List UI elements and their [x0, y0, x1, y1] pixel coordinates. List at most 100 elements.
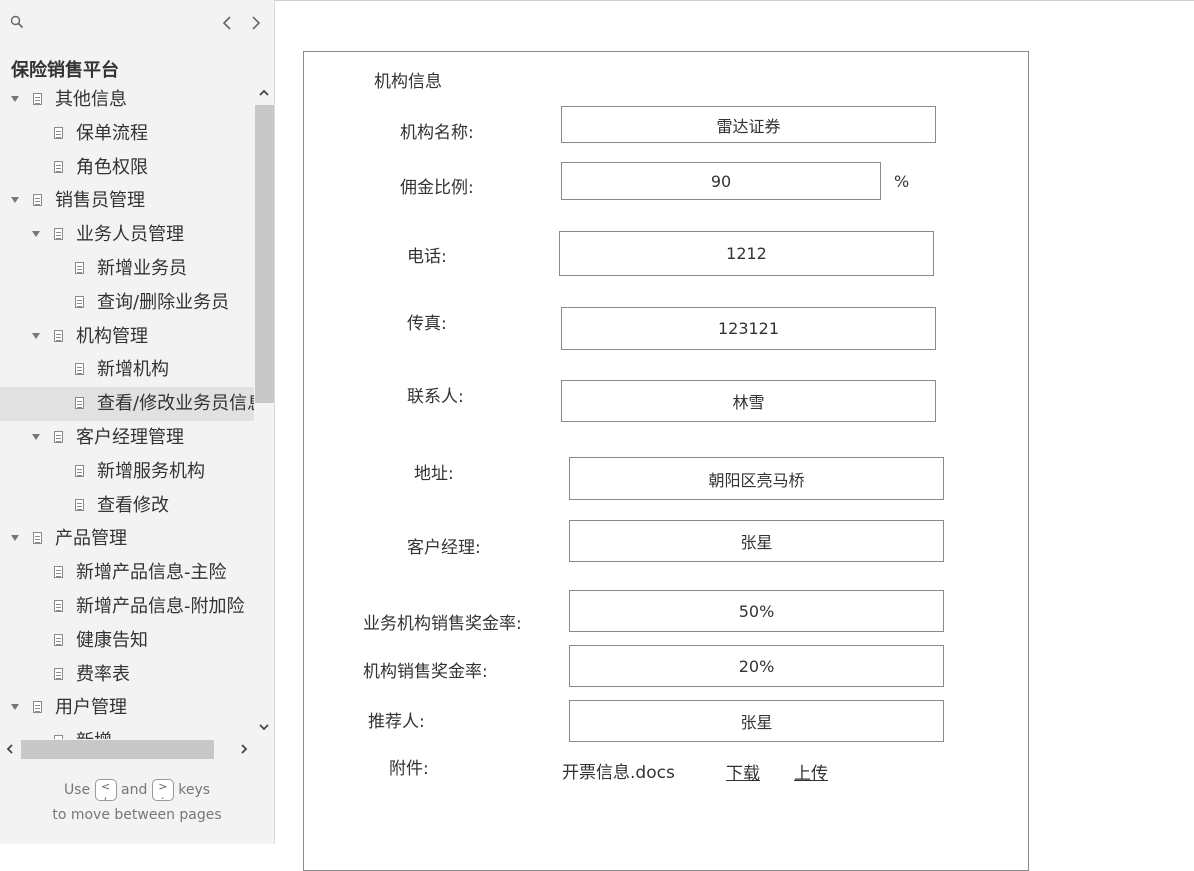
sidebar-item-label: 销售员管理 — [55, 190, 145, 212]
expand-arrow-icon[interactable] — [11, 535, 19, 542]
sidebar-item[interactable]: 客户经理管理 — [0, 421, 254, 455]
address-label: 地址: — [414, 464, 454, 484]
sidebar-item[interactable]: 其他信息 — [0, 83, 254, 117]
sidebar-item[interactable]: 新增产品信息-附加险 — [0, 590, 254, 624]
sidebar-item[interactable]: 新增业务员 — [0, 252, 254, 286]
keyboard-hint: Use <, and >. keys to move between pages — [0, 778, 274, 828]
sidebar-item[interactable]: 机构管理 — [0, 320, 254, 354]
sidebar-item-label: 用户管理 — [55, 697, 127, 719]
page-icon — [54, 667, 63, 680]
hint-line2: to move between pages — [52, 807, 222, 823]
vertical-scroll-thumb[interactable] — [255, 105, 274, 403]
hint-use: Use — [63, 782, 91, 798]
sidebar-item[interactable]: 业务人员管理 — [0, 218, 254, 252]
sidebar-item-label: 业务人员管理 — [76, 224, 184, 246]
contact-label: 联系人: — [407, 387, 464, 407]
sidebar-item-label: 产品管理 — [55, 528, 127, 550]
sidebar-item-label: 费率表 — [76, 663, 130, 685]
commission-unit: % — [894, 172, 910, 191]
page-icon — [75, 262, 84, 274]
sidebar-item-label: 机构管理 — [76, 325, 148, 347]
contact-field[interactable]: 林雪 — [561, 380, 936, 422]
expand-arrow-icon[interactable] — [11, 96, 19, 102]
sidebar-item[interactable]: 新增产品信息-主险 — [0, 556, 254, 590]
sidebar-item[interactable]: 新增服务机构 — [0, 455, 254, 489]
address-field[interactable]: 朝阳区亮马桥 — [569, 457, 944, 500]
org-bonus-rate-field[interactable]: 20% — [569, 645, 944, 687]
page-icon — [33, 194, 42, 207]
account-manager-label: 客户经理: — [407, 538, 481, 558]
expand-arrow-icon[interactable] — [32, 231, 40, 238]
page-icon — [54, 633, 63, 646]
phone-field[interactable]: 1212 — [559, 231, 934, 276]
sidebar-item-label: 其他信息 — [55, 89, 127, 110]
scroll-right-icon[interactable] — [238, 743, 250, 755]
chevron-left-icon[interactable] — [219, 14, 235, 32]
horizontal-scroll-thumb[interactable] — [21, 740, 214, 759]
key-prev-icon: <, — [94, 779, 117, 801]
vertical-scrollbar[interactable] — [254, 83, 274, 739]
key-next-icon: >. — [151, 779, 174, 801]
page-icon — [33, 532, 42, 545]
sidebar-item[interactable]: 产品管理 — [0, 522, 254, 556]
sidebar-toolbar — [0, 0, 274, 48]
sidebar-item[interactable]: 用户管理 — [0, 691, 254, 725]
page-icon — [75, 295, 84, 308]
sidebar-item-label: 新增业务员 — [97, 258, 187, 279]
sidebar-item-label: 新增服务机构 — [97, 460, 205, 482]
expand-arrow-icon[interactable] — [11, 704, 19, 711]
expand-arrow-icon[interactable] — [11, 197, 19, 204]
page-icon — [54, 566, 63, 579]
fax-label: 传真: — [407, 314, 447, 334]
sidebar-item[interactable]: 查看修改 — [0, 489, 254, 523]
page-icon — [54, 126, 63, 139]
sidebar-item[interactable]: 销售员管理 — [0, 184, 254, 218]
sidebar-item[interactable]: 健康告知 — [0, 624, 254, 658]
page-icon — [54, 228, 63, 241]
sidebar-item[interactable]: 保单流程 — [0, 117, 254, 151]
hint-keys: keys — [178, 782, 211, 798]
page-icon — [54, 431, 63, 443]
scroll-up-icon[interactable] — [258, 87, 270, 99]
chevron-right-icon[interactable] — [248, 14, 264, 32]
sidebar-item-label: 新增产品信息-主险 — [76, 562, 227, 584]
sidebar-item[interactable]: 新增机构 — [0, 353, 254, 387]
sidebar-item-label: 查询/删除业务员 — [97, 291, 230, 313]
page-icon — [54, 600, 63, 612]
horizontal-scrollbar[interactable] — [0, 739, 254, 759]
sidebar-item[interactable]: 查看/修改业务员信息 — [0, 387, 254, 422]
referrer-field[interactable]: 张星 — [569, 700, 944, 742]
scroll-down-icon[interactable] — [258, 721, 270, 733]
account-manager-field[interactable]: 张星 — [569, 520, 944, 562]
sidebar-item-label: 新增 — [76, 731, 112, 739]
sidebar-item[interactable]: 角色权限 — [0, 151, 254, 185]
sidebar-item-label: 保单流程 — [76, 122, 148, 144]
org-name-label: 机构名称: — [400, 123, 474, 143]
sidebar-item-label: 查看修改 — [97, 494, 169, 516]
sidebar-item-label: 新增机构 — [97, 359, 169, 381]
section-title: 机构信息 — [374, 72, 442, 92]
commission-field[interactable]: 90 — [561, 162, 881, 200]
attachment-file-name: 开票信息.docs — [562, 763, 675, 783]
page-icon — [75, 363, 84, 376]
upload-link[interactable]: 上传 — [794, 759, 828, 784]
expand-arrow-icon[interactable] — [32, 434, 40, 440]
sidebar-item-label: 客户经理管理 — [76, 427, 184, 448]
branch-bonus-rate-label: 业务机构销售奖金率: — [363, 614, 522, 634]
branch-bonus-rate-field[interactable]: 50% — [569, 590, 944, 632]
sidebar-item-label: 查看/修改业务员信息 — [97, 393, 254, 415]
org-name-field[interactable]: 雷达证券 — [561, 106, 936, 143]
hint-and: and — [121, 782, 148, 798]
download-link[interactable]: 下载 — [726, 759, 760, 784]
search-icon[interactable] — [10, 15, 24, 29]
sidebar-item[interactable]: 查询/删除业务员 — [0, 286, 254, 320]
sidebar-item[interactable]: 费率表 — [0, 658, 254, 692]
page-icon — [75, 464, 84, 477]
fax-field[interactable]: 123121 — [561, 307, 936, 350]
page-icon — [54, 329, 63, 342]
expand-arrow-icon[interactable] — [32, 332, 40, 339]
sidebar-item[interactable]: 新增 — [0, 725, 254, 739]
scroll-left-icon[interactable] — [4, 743, 16, 755]
page-icon — [75, 397, 84, 410]
page-icon — [33, 701, 42, 714]
